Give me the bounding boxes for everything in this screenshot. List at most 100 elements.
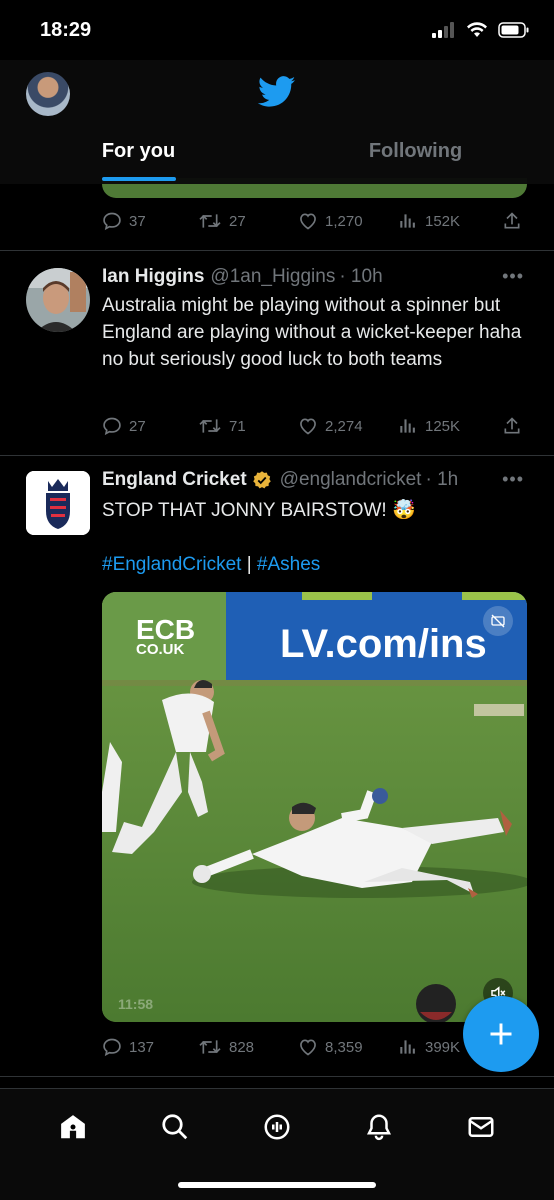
status-bar: 18:29 xyxy=(0,0,554,60)
ecb-text: ECB xyxy=(136,614,196,645)
views-icon xyxy=(400,214,415,228)
tweet-header: Ian Higgins @1an_Higgins · 10h xyxy=(102,266,383,288)
lv-banner-text: LV.com/ins xyxy=(280,622,487,666)
more-options-icon[interactable]: ••• xyxy=(502,266,524,287)
bottom-navigation xyxy=(0,1088,554,1200)
heart-icon xyxy=(300,213,316,230)
heart-icon xyxy=(300,1039,316,1056)
nav-notifications[interactable] xyxy=(359,1107,399,1147)
england-cricket-crest-icon xyxy=(26,471,90,535)
tweet-divider xyxy=(0,1076,554,1077)
reply-button[interactable]: 137 xyxy=(102,1037,198,1057)
retweet-icon xyxy=(199,1040,221,1054)
share-icon xyxy=(504,212,520,229)
retweet-icon xyxy=(199,214,221,228)
share-icon xyxy=(504,417,520,434)
avatar[interactable] xyxy=(26,268,90,332)
retweet-button[interactable]: 27 xyxy=(198,211,298,231)
nav-spaces[interactable] xyxy=(257,1107,297,1147)
captions-off-icon xyxy=(491,614,505,628)
tweet-video[interactable]: ECB CO.UK LV.com/ins 11:58 xyxy=(102,592,527,1022)
more-options-icon[interactable]: ••• xyxy=(502,469,524,490)
display-name[interactable]: England Cricket xyxy=(102,469,247,491)
tab-for-you[interactable]: For you xyxy=(0,132,277,184)
retweet-button[interactable]: 828 xyxy=(198,1037,298,1057)
notifications-icon xyxy=(366,1114,392,1141)
twitter-bird-icon[interactable] xyxy=(258,76,296,108)
compose-tweet-button[interactable] xyxy=(463,996,539,1072)
display-name[interactable]: Ian Higgins xyxy=(102,266,204,288)
cellular-signal-icon xyxy=(432,22,454,38)
like-count: 1,270 xyxy=(325,212,363,230)
tweet-text: STOP THAT JONNY BAIRSTOW! 🤯 xyxy=(102,500,416,521)
home-icon xyxy=(61,1115,85,1139)
nav-home[interactable] xyxy=(53,1107,93,1147)
profile-avatar[interactable] xyxy=(26,72,70,116)
tweet-header: England Cricket @englandcricket · 1h xyxy=(102,469,458,491)
reply-icon xyxy=(103,417,121,436)
messages-icon xyxy=(468,1117,494,1137)
tweet-divider xyxy=(0,250,554,251)
ian-higgins-avatar-image xyxy=(26,268,90,332)
retweet-button[interactable]: 71 xyxy=(198,416,298,436)
user-handle[interactable]: @englandcricket xyxy=(280,469,422,491)
verified-badge-icon xyxy=(252,471,271,489)
tweet-text: Australia might be playing without a spi… xyxy=(102,295,522,370)
reply-icon xyxy=(103,1038,121,1057)
tab-following[interactable]: Following xyxy=(277,132,554,184)
avatar[interactable] xyxy=(26,471,90,535)
reply-count: 37 xyxy=(129,212,146,230)
hashtag-link[interactable]: #Ashes xyxy=(257,554,320,575)
tweet-divider xyxy=(0,455,554,456)
battery-icon xyxy=(498,22,529,38)
tweet-time: · 1h xyxy=(425,469,459,490)
retweet-count: 27 xyxy=(229,212,246,230)
reply-count: 27 xyxy=(129,417,146,435)
previous-tweet-actions: 37 27 1,270 152K xyxy=(102,207,527,235)
share-button[interactable] xyxy=(502,416,522,436)
timeline-header: For you Following xyxy=(0,60,554,184)
ecb-watermark: ECB CO.UK xyxy=(136,614,196,658)
views-button[interactable]: 152K xyxy=(398,211,502,231)
views-count: 152K xyxy=(425,212,461,230)
search-icon xyxy=(162,1114,188,1140)
share-button[interactable] xyxy=(502,211,522,231)
home-indicator xyxy=(178,1182,376,1188)
reply-count: 137 xyxy=(129,1038,155,1056)
active-tab-indicator xyxy=(101,177,176,181)
heart-icon xyxy=(300,418,316,435)
user-handle[interactable]: @1an_Higgins xyxy=(210,266,335,288)
reply-icon xyxy=(103,212,121,231)
like-count: 8,359 xyxy=(325,1038,363,1056)
views-count: 399K xyxy=(425,1038,461,1056)
status-time: 18:29 xyxy=(40,18,92,41)
tweet-actions: 27 71 2,274 125K xyxy=(102,412,527,440)
spaces-icon xyxy=(264,1114,290,1140)
like-button[interactable]: 1,270 xyxy=(298,211,398,231)
wifi-icon xyxy=(467,22,487,37)
hashtag-separator: | xyxy=(241,554,257,575)
nav-search[interactable] xyxy=(155,1107,195,1147)
like-button[interactable]: 2,274 xyxy=(298,416,398,436)
reply-button[interactable]: 27 xyxy=(102,416,198,436)
plus-icon xyxy=(490,1023,512,1045)
like-count: 2,274 xyxy=(325,417,363,435)
views-count: 125K xyxy=(425,417,461,435)
nav-messages[interactable] xyxy=(461,1107,501,1147)
tweet-hashtags: #EnglandCricket | #Ashes xyxy=(102,551,527,578)
retweet-count: 828 xyxy=(229,1038,255,1056)
tweet-time: · 10h xyxy=(339,266,383,287)
views-icon xyxy=(400,1040,415,1054)
tab-following-label: Following xyxy=(368,140,463,162)
retweet-icon xyxy=(199,419,221,433)
like-button[interactable]: 8,359 xyxy=(298,1037,398,1057)
hashtag-link[interactable]: #EnglandCricket xyxy=(102,554,241,575)
tab-for-you-label: For you xyxy=(101,140,176,162)
views-icon xyxy=(400,419,415,433)
reply-button[interactable]: 37 xyxy=(102,211,198,231)
retweet-count: 71 xyxy=(229,417,246,435)
no-captions-button[interactable] xyxy=(483,606,513,636)
timeline-tabs: For you Following xyxy=(0,132,554,184)
status-icons xyxy=(432,22,530,38)
views-button[interactable]: 125K xyxy=(398,416,502,436)
